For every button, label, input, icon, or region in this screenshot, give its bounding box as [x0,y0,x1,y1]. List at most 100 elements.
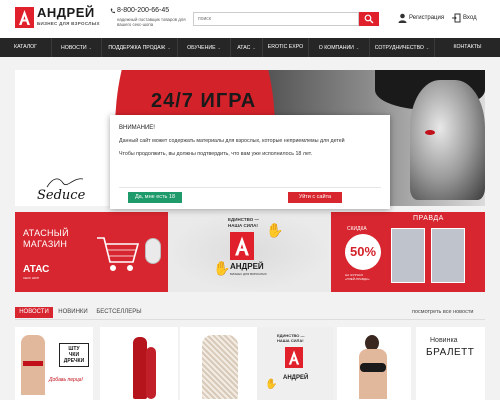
nav-item-label: КАТАЛОГ [14,44,37,50]
promo-unity[interactable]: ЕДИНСТВО — НАША СИЛА! АНДРЕЙ БИЗНЕС ДЛЯ … [168,212,331,292]
news-card[interactable] [100,327,178,400]
tabs-divider [15,319,485,320]
card-model-image [359,349,387,399]
site-header: АНДРЕЙ БИЗНЕС ДЛЯ ВЗРОСЛЫХ 8-800-200-66-… [0,0,500,38]
promo-atas-title-line2: МАГАЗИН [23,239,68,249]
confirm-age-button[interactable]: Да, мне есть 18 [128,192,182,203]
card-unity-label: ЕДИНСТВО — НАША СИЛА! [277,333,305,343]
computer-mouse-image [145,238,161,264]
card-red-strap [23,361,43,366]
hero-title: 24/7 ИГРА [151,90,257,112]
promo-unity-label: ЕДИНСТВО — НАША СИЛА! [228,217,259,228]
promo-pravda[interactable]: ПРАВДА СКИДКА 50% НА ЖУРНАЛ «ПЛЕЙ-ПРАВДА… [331,212,485,292]
page: АНДРЕЙ БИЗНЕС ДЛЯ ВЗРОСЛЫХ 8-800-200-66-… [0,0,500,400]
news-card[interactable] [180,327,258,400]
chevron-down-icon: ⌄ [217,45,221,50]
hand-print-icon: ✋ [265,379,278,390]
promo-atas-brand-sub: СЕКС ШОП [23,276,40,280]
tab-bestsellers[interactable]: БЕСТСЕЛЛЕРЫ [93,307,145,318]
search-input[interactable] [193,12,359,26]
nav-item-news[interactable]: НОВОСТИ ⌄ [52,38,102,57]
nav-item-label: НОВОСТИ [61,45,87,51]
modal-divider [119,187,381,188]
phone-icon [110,8,115,14]
promo-pravda-discount-value: 50% [345,234,381,270]
logo-mark[interactable] [15,7,34,28]
news-card[interactable] [337,327,411,400]
chevron-down-icon: ⌄ [88,45,92,50]
modal-confirm-text: Чтобы продолжить, вы должны подтвердить,… [119,151,313,157]
see-all-news-link[interactable]: посмотреть все новости [412,309,473,315]
user-icon [398,13,407,23]
shopping-cart-icon [97,237,140,271]
login-label[interactable]: Вход [463,15,477,21]
magazine-cover [391,228,425,283]
nav-item-about[interactable]: О КОМПАНИИ ⌄ [309,38,370,57]
login-icon[interactable] [452,13,461,23]
search-icon [364,14,374,24]
news-card[interactable]: Новинка БРАЛЕТТ [416,327,485,400]
logo-name[interactable]: АНДРЕЙ [37,5,95,20]
main-nav: КАТАЛОГ НОВОСТИ ⌄ ПОДДЕРЖКА ПРОДАЖ ⌄ ОБУЧЕ… [0,38,500,57]
phone-number[interactable]: 8-800-200-66-45 [117,7,169,14]
chevron-down-icon: ⌄ [252,45,256,50]
register-label[interactable]: Регистрация [409,15,444,21]
tab-new-arrivals[interactable]: НОВИНКИ [55,307,91,318]
hero-brand-signature: Seduce [37,188,86,203]
nav-item-label: СОТРУДНИЧЕСТВО [374,45,424,51]
card-stockings-image [146,347,156,399]
search-button[interactable] [359,12,379,26]
hand-print-icon: ✋ [266,222,284,238]
promo-atas[interactable]: АТАСНЫЙ МАГАЗИН АТАС СЕКС ШОП [15,212,168,292]
nav-item-atas[interactable]: АТАС ⌄ [231,38,263,57]
card-lace-bodystocking-image [202,335,238,399]
age-verification-modal: ВНИМАНИЕ! Данный сайт может содержать ма… [110,115,390,209]
nav-item-label: ОБУЧЕНИЕ [187,45,216,51]
nav-item-label: КОНТАКТЫ [453,44,482,50]
card-box-label: ШТУ ЧКИ ДРЕЧКИ [59,343,89,367]
magazine-cover [431,228,465,283]
promo-unity-logo [230,232,254,260]
promo-unity-label-line2: НАША СИЛА! [228,222,258,228]
nav-item-cooperation[interactable]: СОТРУДНИЧЕСТВО ⌄ [370,38,435,57]
nav-item-catalog[interactable]: КАТАЛОГ [0,38,52,57]
logo-a-icon [288,350,300,365]
modal-title: ВНИМАНИЕ! [119,125,155,131]
promo-pravda-note: НА ЖУРНАЛ «ПЛЕЙ-ПРАВДА» [345,273,370,281]
nav-item-contacts[interactable]: КОНТАКТЫ [435,38,500,57]
nav-item-label: О КОМПАНИИ [318,45,354,51]
card-bra-image [360,363,386,372]
promo-unity-sub: БИЗНЕС ДЛЯ ВЗРОСЛЫХ [230,272,267,276]
card-new-label: Новинка [430,337,458,344]
promo-unity-label-line1: ЕДИНСТВО — [228,217,259,222]
news-card[interactable]: ШТУ ЧКИ ДРЕЧКИ Добавь перца! [15,327,93,400]
chevron-down-icon: ⌄ [425,45,430,50]
logo-a-icon [19,10,30,25]
logo-a-icon [235,236,249,256]
signature-flourish-icon [46,178,84,188]
leave-site-button[interactable]: Уйти с сайта [288,192,342,203]
nav-item-label: АТАС [237,45,251,51]
promo-pravda-discount-label: СКИДКА [347,226,367,232]
card-unity-name: АНДРЕЙ [283,375,309,381]
card-bralette-label: БРАЛЕТТ [426,347,475,358]
nav-item-erotic-expo[interactable]: EROTIC EXPO [263,38,309,57]
tab-news[interactable]: НОВОСТИ [15,307,53,318]
hero-model-image [410,80,485,200]
promo-pravda-note-line2: «ПЛЕЙ-ПРАВДА» [345,276,370,281]
logo-subtitle: БИЗНЕС ДЛЯ ВЗРОСЛЫХ [37,21,100,26]
card-stockings-image [133,337,147,399]
hero-lips [425,130,435,135]
promo-atas-title-line1: АТАСНЫЙ [23,228,69,238]
chevron-down-icon: ⌄ [167,45,171,50]
nav-item-sales-support[interactable]: ПОДДЕРЖКА ПРОДАЖ ⌄ [102,38,178,57]
promo-atas-brand: АТАС [23,264,50,275]
nav-item-training[interactable]: ОБУЧЕНИЕ ⌄ [178,38,231,57]
card-unity-logo [285,347,303,368]
card-slogan: Добавь перца! [49,377,83,383]
hand-print-icon: ✋ [213,260,231,276]
news-card[interactable]: ЕДИНСТВО — НАША СИЛА! АНДРЕЙ ✋ [257,327,333,400]
card-unity-label-line2: НАША СИЛА! [277,338,304,343]
promo-unity-name: АНДРЕЙ [230,262,264,271]
nav-item-label: ПОДДЕРЖКА ПРОДАЖ [108,45,166,51]
